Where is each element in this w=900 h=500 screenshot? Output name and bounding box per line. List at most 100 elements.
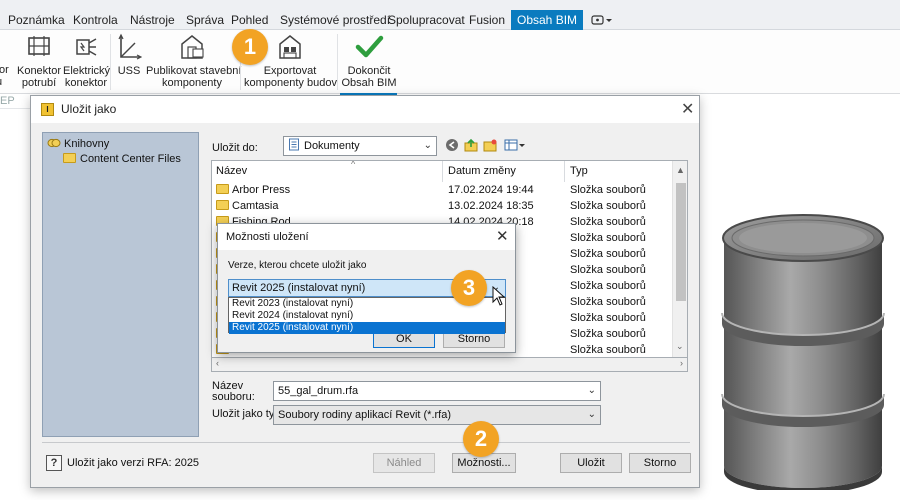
row-name: Arbor Press: [232, 184, 291, 196]
step-badge-1: 1: [232, 29, 268, 65]
vertical-scrollbar[interactable]: ▲ ⌄: [672, 161, 687, 357]
save-button[interactable]: Uložit: [560, 453, 622, 473]
library-icon: [47, 138, 61, 148]
save-options-title: Možnosti uložení: [226, 231, 309, 243]
nav-toolbar: [444, 138, 544, 154]
version-prompt: Verze, kterou chcete uložit jako: [228, 260, 367, 271]
col-separator: [442, 161, 443, 182]
publikovat-label: Publikovat stavební komponenty: [146, 65, 242, 89]
uss-label: USS: [117, 65, 141, 77]
new-folder-icon[interactable]: [482, 138, 498, 154]
folder-icon: [63, 153, 76, 163]
publikovat-button[interactable]: Publikovat stavební komponenty: [146, 32, 242, 89]
save-as-titlebar: I Uložit jako ✕: [31, 96, 699, 123]
sort-indicator-icon: ^: [351, 160, 356, 169]
coordinate-system-icon: [118, 33, 142, 60]
col-header-type[interactable]: Typ: [570, 165, 588, 177]
row-type: Složka souborů: [570, 248, 646, 260]
chevron-down-icon: ⌄: [587, 385, 596, 396]
checkmark-icon: [355, 35, 384, 58]
row-date: 13.02.2024 18:35: [448, 200, 534, 212]
preview-button[interactable]: Náhled: [373, 453, 435, 473]
save-options-titlebar: Možnosti uložení ✕: [218, 224, 515, 250]
row-name: Camtasia: [232, 200, 279, 212]
ribbon-cut-label-bottom: u: [0, 76, 2, 88]
folder-icon: [216, 200, 229, 210]
scrollbar-thumb[interactable]: [676, 183, 686, 301]
ribbon-cut-label-top: tor: [0, 64, 9, 76]
tab-systemove-prostredi[interactable]: Systémové prostředí: [274, 10, 396, 30]
ribbon-panel-label: EP: [0, 95, 15, 107]
scroll-up-icon[interactable]: ▲: [676, 165, 685, 175]
table-row[interactable]: Camtasia 13.02.2024 18:35 Složka souborů: [212, 199, 672, 215]
col-header-date[interactable]: Datum změny: [448, 165, 516, 177]
elektricky-konektor-button[interactable]: Elektrický konektor: [63, 32, 110, 89]
uss-button[interactable]: USS: [114, 32, 144, 77]
col-separator-2: [564, 161, 565, 182]
konektor-potrubi-button[interactable]: Konektor potrubí: [16, 32, 62, 89]
dokoncit-button[interactable]: Dokončit Obsah BIM: [340, 32, 398, 89]
tree-item-knihovny[interactable]: Knihovny: [47, 137, 109, 150]
tab-pohled[interactable]: Pohled: [225, 10, 274, 30]
version-option-2024[interactable]: Revit 2024 (instalovat nyní): [229, 310, 505, 322]
save-in-dropdown[interactable]: Dokumenty ⌄: [283, 136, 437, 156]
table-row[interactable]: Arbor Press 17.02.2024 19:44 Složka soubor…: [212, 183, 672, 199]
tree-item-content-center[interactable]: Content Center Files: [63, 153, 181, 165]
tab-spolupracovat[interactable]: Spolupracovat: [382, 10, 471, 30]
mouse-cursor-icon: [492, 286, 506, 306]
tree-child-label: Content Center Files: [80, 153, 181, 165]
col-header-name[interactable]: Název: [216, 165, 247, 177]
building-export-icon: [279, 35, 301, 59]
step-badge-3: 3: [451, 270, 487, 306]
folder-icon: [216, 184, 229, 194]
ribbon-panel: tor u Konektor potrubí Elektrický konekt…: [0, 30, 900, 94]
row-type: Složka souborů: [570, 264, 646, 276]
back-icon[interactable]: [444, 138, 460, 154]
save-as-title: Uložit jako: [61, 102, 117, 116]
scroll-right-icon[interactable]: ›: [680, 358, 683, 368]
tab-kontrola[interactable]: Kontrola: [67, 10, 124, 30]
row-type: Složka souborů: [570, 200, 646, 212]
close-icon[interactable]: ✕: [681, 99, 694, 119]
row-type: Složka souborů: [570, 312, 646, 324]
rfa-version-note: Uložit jako verzi RFA: 2025: [67, 457, 200, 469]
view-menu-icon[interactable]: [503, 138, 527, 154]
filename-value: 55_gal_drum.rfa: [278, 385, 359, 397]
dokoncit-label: Dokončit Obsah BIM: [341, 65, 397, 89]
tab-poznamka[interactable]: Poznámka: [2, 10, 71, 30]
ribbon-tab-bar: Poznámka Kontrola Nástroje Správa Pohled…: [0, 10, 900, 30]
up-folder-icon[interactable]: [463, 138, 479, 154]
horizontal-scrollbar[interactable]: ‹ ›: [211, 358, 688, 372]
save-in-label: Uložit do:: [212, 142, 258, 154]
tab-fusion[interactable]: Fusion: [463, 10, 511, 30]
help-icon[interactable]: ?: [46, 455, 62, 471]
version-selected: Revit 2025 (instalovat nyní): [232, 282, 366, 294]
exportovat-label: Exportovat komponenty budov: [244, 65, 337, 89]
row-type: Složka souborů: [570, 328, 646, 340]
tab-nastroje[interactable]: Nástroje: [124, 10, 181, 30]
filetype-dropdown[interactable]: Soubory rodiny aplikací Revit (*.rfa) ⌄: [273, 405, 601, 425]
ribbon-cut-label: tor u: [0, 64, 12, 88]
row-date: 17.02.2024 19:44: [448, 184, 534, 196]
scroll-down-icon[interactable]: ⌄: [676, 341, 684, 352]
dialog-divider: [42, 442, 690, 443]
tab-sprava[interactable]: Správa: [180, 10, 230, 30]
electrical-connector-icon: [76, 38, 97, 56]
tree-root-label: Knihovny: [64, 138, 110, 150]
row-type: Složka souborů: [570, 296, 646, 308]
building-publish-icon: [181, 35, 204, 59]
ribbon-separator: [110, 34, 111, 90]
konektor-potrubi-label: Konektor potrubí: [16, 65, 62, 89]
tab-obsah-bim[interactable]: Obsah BIM: [511, 10, 584, 30]
version-option-2025[interactable]: Revit 2025 (instalovat nyní): [229, 322, 505, 334]
cancel-button[interactable]: Storno: [629, 453, 691, 473]
filename-input[interactable]: 55_gal_drum.rfa ⌄: [273, 381, 601, 401]
scroll-left-icon[interactable]: ‹: [216, 358, 219, 368]
panel-toggle-icon[interactable]: [590, 13, 614, 27]
row-type: Složka souborů: [570, 280, 646, 292]
close-icon[interactable]: ✕: [496, 227, 509, 245]
chevron-down-icon: ⌄: [587, 409, 596, 420]
ribbon-edge-line: [0, 108, 30, 109]
oil-drum-model-icon: [721, 214, 885, 490]
documents-icon: [289, 138, 299, 151]
